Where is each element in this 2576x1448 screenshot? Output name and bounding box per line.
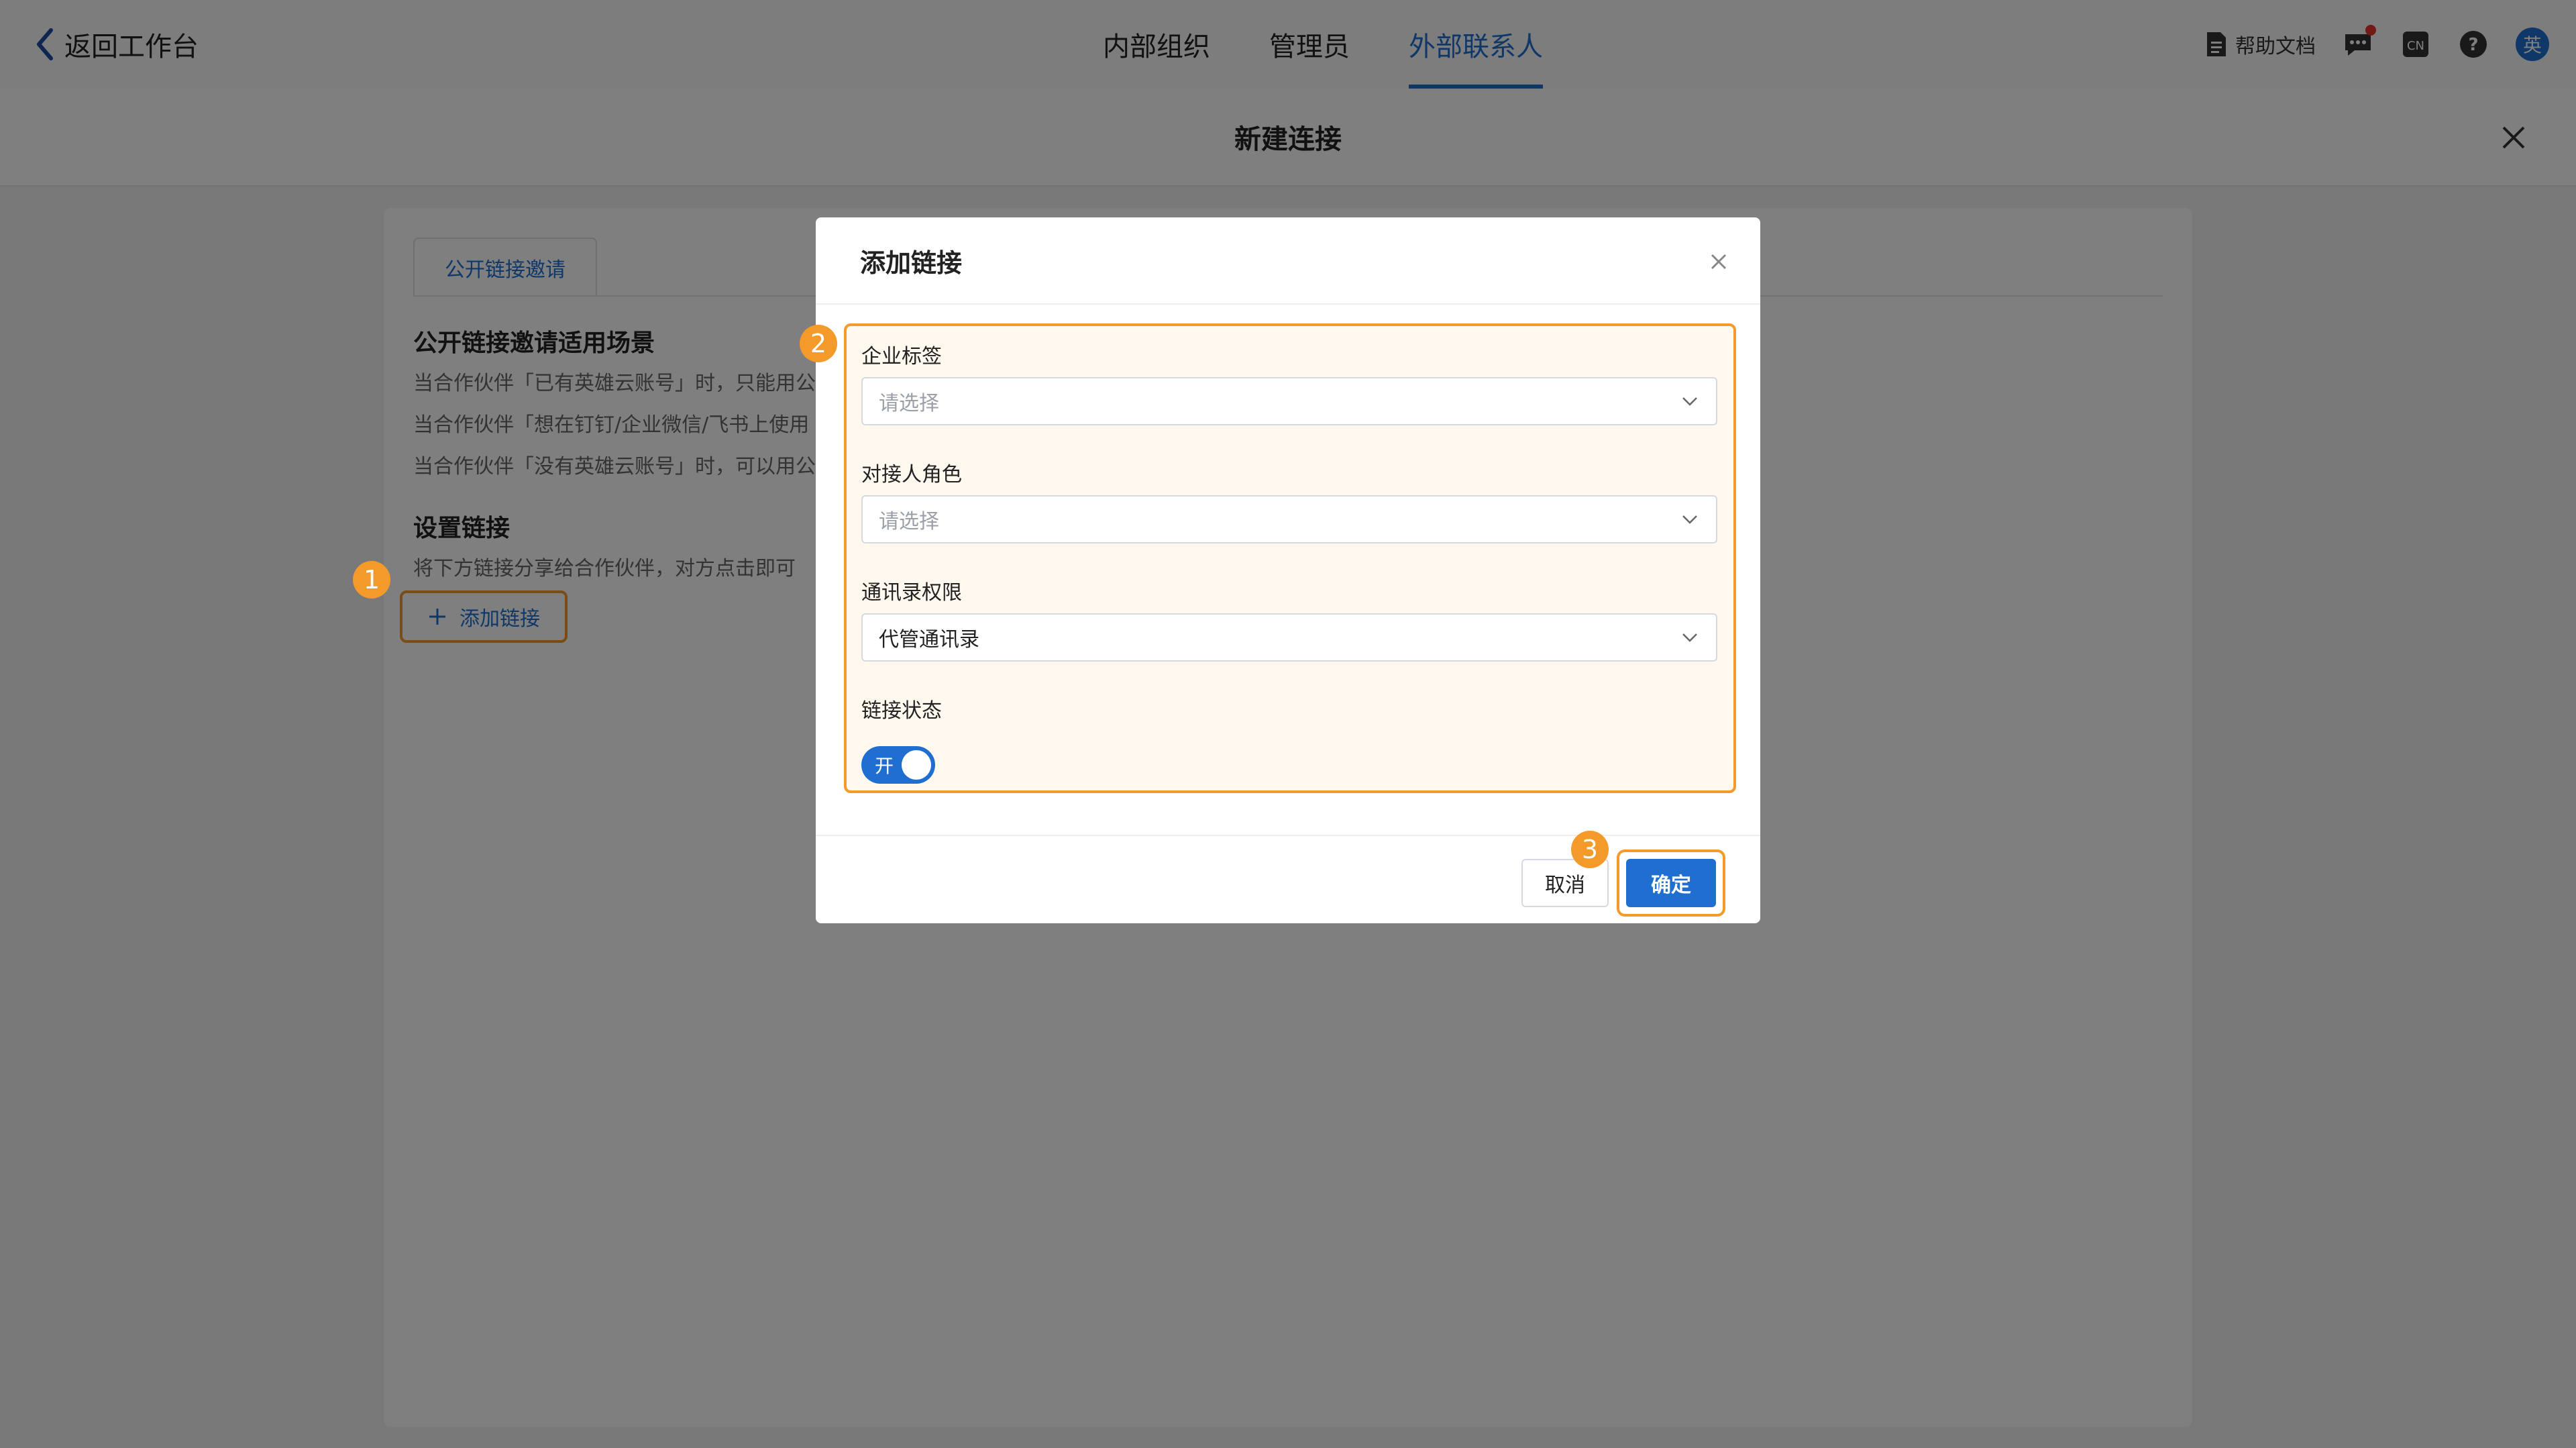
chevron-down-icon xyxy=(1682,515,1697,524)
add-link-dialog: 添加链接 企业标签 请选择 对接人角色 请选择 通讯录权限 代管通讯录 链接状态… xyxy=(816,217,1760,923)
step-badge-3: 3 xyxy=(1571,831,1609,868)
link-settings-form: 企业标签 请选择 对接人角色 请选择 通讯录权限 代管通讯录 链接状态 开 xyxy=(844,323,1736,793)
contact-role-label: 对接人角色 xyxy=(861,463,962,486)
dialog-header: 添加链接 xyxy=(816,217,1760,305)
step-badge-2: 2 xyxy=(800,325,837,362)
chevron-down-icon xyxy=(1682,633,1697,642)
enterprise-tag-label: 企业标签 xyxy=(861,345,942,368)
confirm-button[interactable]: 确定 xyxy=(1626,859,1716,907)
step-badge-1: 1 xyxy=(353,561,390,599)
toggle-text: 开 xyxy=(875,755,894,777)
contact-role-select[interactable]: 请选择 xyxy=(861,495,1717,544)
enterprise-tag-select[interactable]: 请选择 xyxy=(861,377,1717,425)
select-placeholder: 请选择 xyxy=(879,392,939,415)
select-placeholder: 请选择 xyxy=(879,510,939,533)
link-status-toggle[interactable]: 开 xyxy=(861,746,935,784)
toggle-knob xyxy=(902,750,931,780)
chevron-down-icon xyxy=(1682,397,1697,406)
link-status-label: 链接状态 xyxy=(861,699,942,723)
directory-permission-label: 通讯录权限 xyxy=(861,581,962,605)
footer-divider xyxy=(816,835,1760,836)
directory-permission-select[interactable]: 代管通讯录 xyxy=(861,613,1717,662)
confirm-highlight: 确定 xyxy=(1617,849,1725,917)
close-icon[interactable] xyxy=(1708,251,1729,272)
select-value: 代管通讯录 xyxy=(879,628,979,652)
dialog-title: 添加链接 xyxy=(860,248,963,278)
